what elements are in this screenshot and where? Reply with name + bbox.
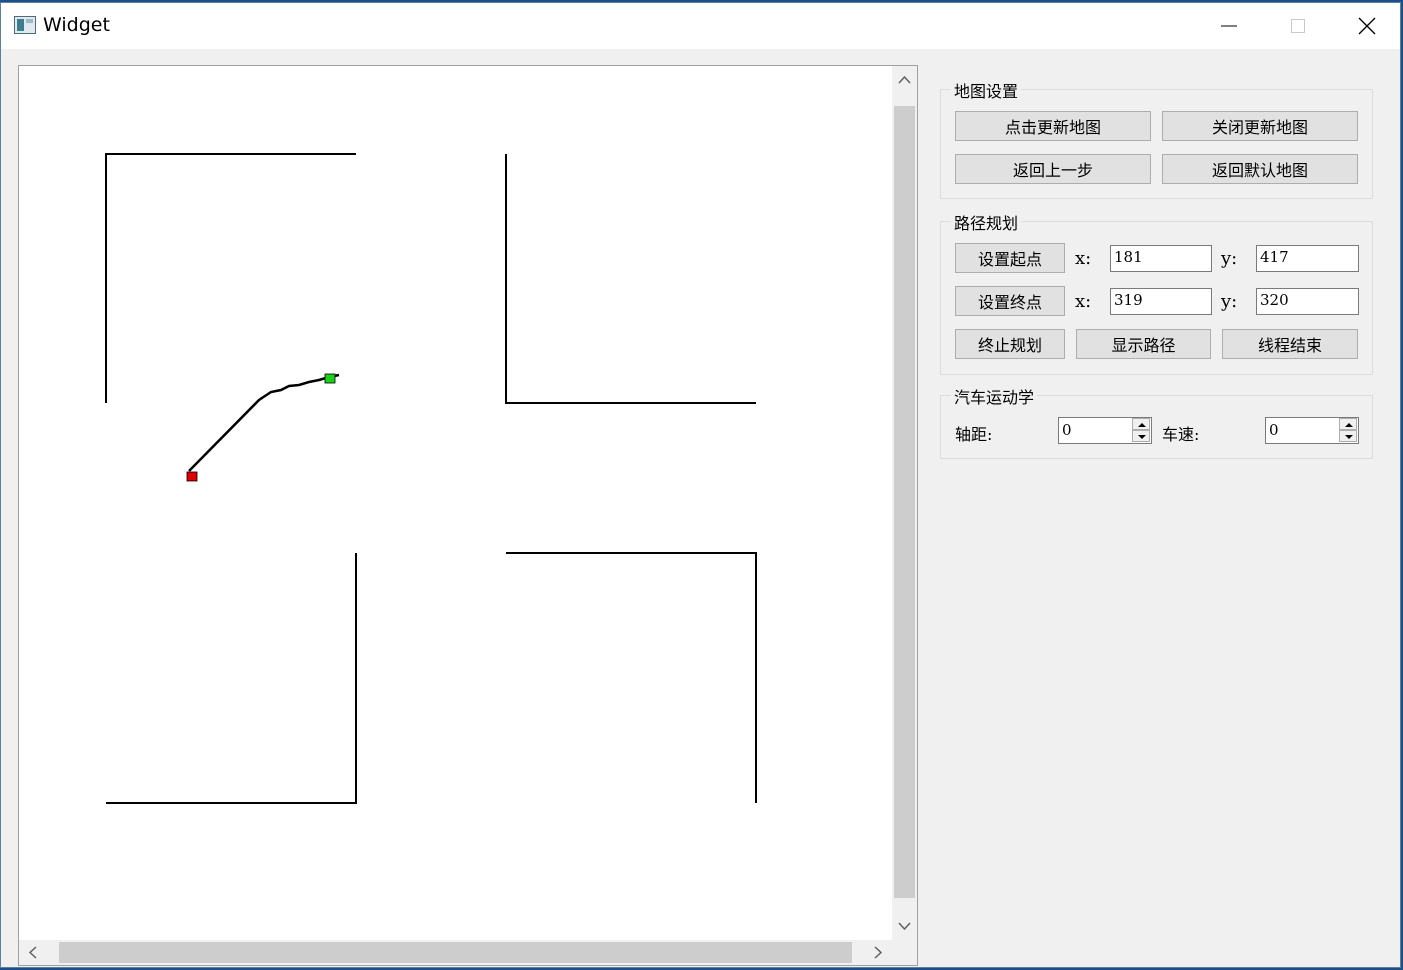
wall-top-right xyxy=(505,154,756,404)
start-y-label: y: xyxy=(1221,248,1238,269)
car-kinematics-title: 汽车运动学 xyxy=(951,384,1038,408)
end-y-label: y: xyxy=(1221,291,1238,312)
app-icon xyxy=(14,16,36,34)
close-update-map-button[interactable]: 关闭更新地图 xyxy=(1162,111,1358,141)
speed-value: 0 xyxy=(1269,421,1279,439)
horizontal-scroll-thumb[interactable] xyxy=(59,942,852,963)
minimize-icon xyxy=(1221,25,1237,27)
scroll-up-icon xyxy=(898,75,911,84)
show-path-button[interactable]: 显示路径 xyxy=(1076,329,1211,359)
update-map-button[interactable]: 点击更新地图 xyxy=(955,111,1151,141)
speed-spinbox[interactable]: 0 xyxy=(1265,417,1359,444)
planned-path xyxy=(188,373,340,472)
undo-button[interactable]: 返回上一步 xyxy=(955,154,1151,184)
maximize-icon xyxy=(1291,19,1305,33)
set-start-button[interactable]: 设置起点 xyxy=(955,243,1065,273)
scroll-up-button[interactable] xyxy=(892,66,917,96)
wheelbase-value: 0 xyxy=(1062,421,1072,439)
close-button[interactable] xyxy=(1332,3,1402,49)
end-x-field[interactable]: 319 xyxy=(1110,288,1212,315)
speed-spin-up[interactable] xyxy=(1339,418,1357,430)
title-bar: Widget xyxy=(1,3,1400,49)
path-planning-title: 路径规划 xyxy=(951,210,1022,234)
scroll-down-icon xyxy=(898,922,911,931)
start-y-field[interactable]: 417 xyxy=(1256,245,1359,272)
scroll-left-icon xyxy=(28,946,37,959)
scroll-corner xyxy=(892,940,917,965)
wheelbase-spinbox[interactable]: 0 xyxy=(1058,417,1152,444)
start-marker[interactable] xyxy=(186,471,198,482)
thread-end-button[interactable]: 线程结束 xyxy=(1222,329,1358,359)
set-end-button[interactable]: 设置终点 xyxy=(955,286,1065,316)
vertical-scroll-thumb[interactable] xyxy=(894,106,915,898)
end-marker[interactable] xyxy=(324,373,336,384)
maximize-button[interactable] xyxy=(1263,3,1333,49)
close-icon xyxy=(1358,17,1376,35)
spin-down-icon xyxy=(1138,435,1146,439)
wall-bottom-right xyxy=(506,552,757,803)
default-map-button[interactable]: 返回默认地图 xyxy=(1162,154,1358,184)
app-window: Widget 地图设置 点击更新地图 关闭更新地图 返回上一步 返回默认地图 路… xyxy=(0,2,1401,968)
map-settings-title: 地图设置 xyxy=(951,78,1022,102)
vertical-scrollbar[interactable] xyxy=(892,66,917,940)
wheelbase-spin-down[interactable] xyxy=(1132,430,1150,442)
horizontal-scrollbar[interactable] xyxy=(19,940,892,965)
start-x-label: x: xyxy=(1075,248,1092,269)
end-y-field[interactable]: 320 xyxy=(1256,288,1359,315)
wall-top-left xyxy=(105,153,356,403)
spin-up-icon xyxy=(1138,423,1146,427)
minimize-button[interactable] xyxy=(1194,3,1264,49)
spin-up-icon xyxy=(1345,423,1353,427)
end-x-label: x: xyxy=(1075,291,1092,312)
stop-planning-button[interactable]: 终止规划 xyxy=(955,329,1065,359)
scroll-right-icon xyxy=(874,946,883,959)
window-title: Widget xyxy=(43,14,110,36)
map-canvas[interactable] xyxy=(19,66,892,940)
speed-label: 车速: xyxy=(1162,425,1200,444)
speed-spin-down[interactable] xyxy=(1339,430,1357,442)
wall-bottom-left xyxy=(106,553,357,804)
map-view[interactable] xyxy=(18,65,918,966)
start-x-field[interactable]: 181 xyxy=(1110,245,1212,272)
wheelbase-label: 轴距: xyxy=(955,425,993,444)
scroll-down-button[interactable] xyxy=(892,910,917,940)
scroll-left-button[interactable] xyxy=(19,940,49,965)
scroll-right-button[interactable] xyxy=(862,940,892,965)
spin-down-icon xyxy=(1345,435,1353,439)
wheelbase-spin-up[interactable] xyxy=(1132,418,1150,430)
